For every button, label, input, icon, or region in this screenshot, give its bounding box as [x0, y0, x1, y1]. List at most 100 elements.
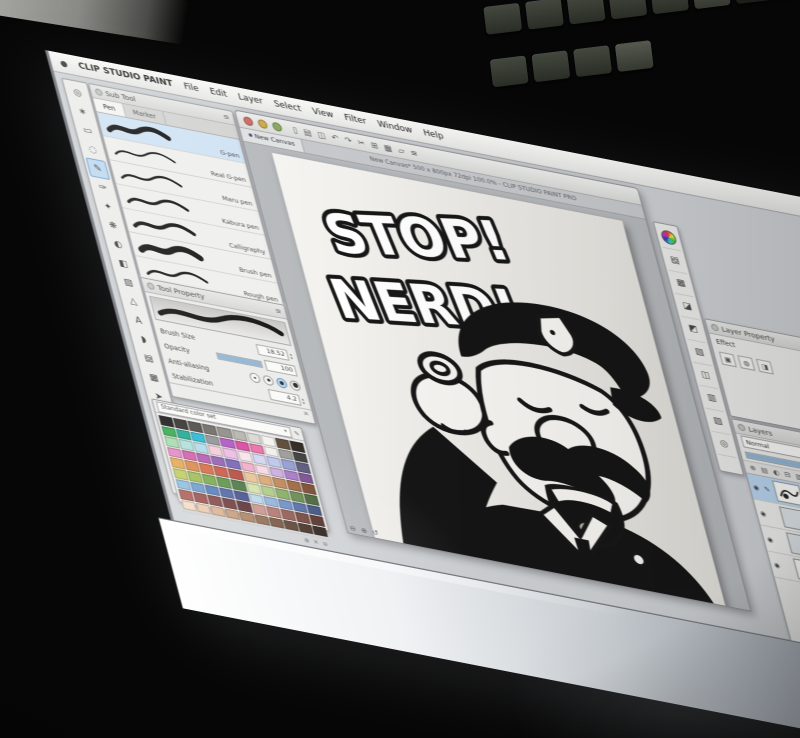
merge-layer-icon[interactable]: ▥ [795, 472, 800, 481]
toolbar-settings-icon[interactable]: ≡ [409, 148, 418, 158]
desk-reflection [510, 588, 800, 738]
move-tool-icon[interactable]: ∗ [70, 100, 95, 123]
cut-icon[interactable]: ✂ [357, 138, 366, 148]
add-color-icon[interactable]: ⊕ [303, 537, 310, 545]
keyboard-key [567, 0, 606, 25]
save-icon[interactable]: ◫ [316, 130, 326, 141]
menu-item[interactable]: File [183, 82, 200, 95]
edit-color-set-icon[interactable]: ✎ [293, 429, 300, 437]
visibility-eye-icon[interactable]: ◉ [752, 483, 763, 493]
delete-color-icon[interactable]: ✕ [313, 539, 320, 547]
layer-mask-icon[interactable]: ◐ [772, 468, 780, 477]
figure-tool-icon[interactable]: △ [121, 290, 146, 313]
text-tool-icon[interactable]: A [126, 309, 151, 332]
anti-aliasing-none-button[interactable] [248, 371, 261, 383]
color-set-settings-icon[interactable]: ≡ [322, 540, 329, 548]
menu-item[interactable]: Select [273, 99, 303, 114]
layer-thumbnail[interactable] [779, 506, 800, 532]
panel-close-icon[interactable] [94, 88, 103, 96]
menu-item[interactable]: Filter [343, 113, 367, 127]
photo-stage: ● CLIP STUDIO PAINT FileEditLayerSelectV… [0, 0, 800, 738]
keyboard-key [733, 0, 772, 4]
canvas-page[interactable]: STOP! NERD! [272, 153, 730, 612]
anti-aliasing-weak-button[interactable] [262, 374, 275, 386]
new-file-icon[interactable]: ▯ [292, 125, 299, 135]
close-button[interactable] [242, 115, 254, 126]
panel-menu-icon[interactable]: ≡ [222, 112, 230, 121]
tone-effect-icon[interactable]: ◍ [737, 355, 755, 371]
keyboard-key [608, 0, 647, 20]
redo-icon[interactable]: ↷ [344, 135, 353, 145]
color-history-icon[interactable]: ▧ [687, 340, 712, 367]
snap-icon[interactable]: ▦ [383, 143, 393, 154]
menu-item[interactable]: Window [376, 119, 413, 136]
material-icon[interactable]: ▨ [706, 409, 731, 436]
zoom-window-button[interactable] [271, 121, 283, 132]
blend-tool-icon[interactable]: ◐ [106, 233, 131, 256]
selection-tool-icon[interactable]: ◌ [80, 138, 105, 161]
menu-item[interactable]: Layer [237, 92, 264, 107]
clip-to-layer-icon[interactable]: ⊟ [783, 470, 791, 479]
fill-tool-icon[interactable]: ◧ [111, 252, 136, 275]
visibility-eye-icon[interactable]: ◉ [766, 535, 777, 545]
editing-pencil-icon: ✎ [763, 485, 773, 495]
keyboard [474, 0, 800, 115]
open-file-icon[interactable]: ▤ [302, 127, 312, 138]
menu-item[interactable]: View [311, 106, 334, 120]
layer-thumbnail[interactable] [793, 558, 800, 584]
pencil-tool-icon[interactable]: ✑ [91, 176, 116, 199]
chevron-down-icon: ▾ [283, 428, 287, 435]
brush-size-stepper[interactable]: ▴▾ [289, 352, 293, 360]
keyboard-key [650, 0, 689, 14]
layer-thumbnail[interactable] [772, 480, 800, 506]
anti-aliasing-strong-button[interactable] [289, 379, 302, 391]
panel-close-icon[interactable] [737, 423, 746, 431]
information-icon[interactable]: ▥ [700, 386, 725, 413]
panel-close-icon[interactable] [146, 282, 155, 290]
approximate-color-icon[interactable]: ◩ [681, 317, 706, 344]
border-effect-icon[interactable]: ▣ [719, 352, 737, 368]
frame-border-tool-icon[interactable]: ▤ [136, 347, 161, 370]
intermediate-color-icon[interactable]: ◪ [675, 294, 700, 321]
panel-close-icon[interactable] [710, 323, 719, 331]
layer-color-effect-icon[interactable]: ◨ [756, 359, 774, 375]
grid-icon[interactable]: ⊞ [370, 140, 379, 150]
new-layer-icon[interactable]: ⊕ [749, 463, 757, 472]
visibility-eye-icon[interactable]: ◉ [759, 509, 770, 519]
layer-list: ◉ ✎ 100 %Normal Layer 3 [747, 473, 800, 604]
color-wheel-icon[interactable] [657, 225, 682, 252]
new-folder-icon[interactable]: ▤ [760, 466, 769, 475]
minimize-button[interactable] [257, 118, 269, 129]
operation-tool-icon[interactable]: ▭ [75, 119, 100, 142]
visibility-eye-icon[interactable]: ◉ [773, 561, 784, 571]
keyboard-key [692, 0, 731, 9]
color-slider-icon[interactable]: ▤ [663, 248, 688, 275]
zoom-tool-icon[interactable]: ◎ [65, 81, 90, 104]
artwork-illustration: STOP! NERD! [272, 153, 730, 612]
color-swatch[interactable] [312, 525, 328, 537]
balloon-tool-icon[interactable]: ◗ [131, 328, 156, 351]
menu-item[interactable]: Help [422, 128, 445, 142]
keyboard-key [490, 55, 529, 87]
ruler-icon[interactable]: ▱ [397, 145, 406, 155]
apple-menu-icon[interactable]: ● [59, 58, 69, 68]
anti-aliasing-medium-button[interactable] [275, 377, 288, 389]
correct-line-tool-icon[interactable]: ▦ [141, 366, 166, 389]
gradient-tool-icon[interactable]: ▨ [116, 271, 141, 294]
decoration-tool-icon[interactable]: ❋ [101, 214, 126, 237]
zoom-out-icon[interactable]: ⊖ [349, 524, 357, 533]
stabilization-stepper[interactable]: ▴▾ [301, 397, 305, 405]
menu-item[interactable]: Edit [209, 87, 229, 100]
sub-view-icon[interactable]: ◫ [694, 363, 719, 390]
keyboard-key [483, 3, 522, 35]
artwork-text-line1: STOP! [315, 203, 519, 273]
panel-menu-icon[interactable]: ≡ [274, 306, 282, 315]
modified-indicator-icon: ● [248, 133, 253, 139]
navigator-icon[interactable]: ◎ [712, 432, 737, 459]
detail-settings-icon[interactable]: ≡ [303, 410, 310, 418]
airbrush-tool-icon[interactable]: ✦ [96, 195, 121, 218]
zoom-in-icon[interactable]: ⊕ [360, 526, 368, 535]
pen-tool-icon[interactable]: ✎ [85, 157, 110, 180]
undo-icon[interactable]: ↶ [330, 132, 339, 142]
color-set-icon[interactable]: ▦ [669, 271, 694, 298]
